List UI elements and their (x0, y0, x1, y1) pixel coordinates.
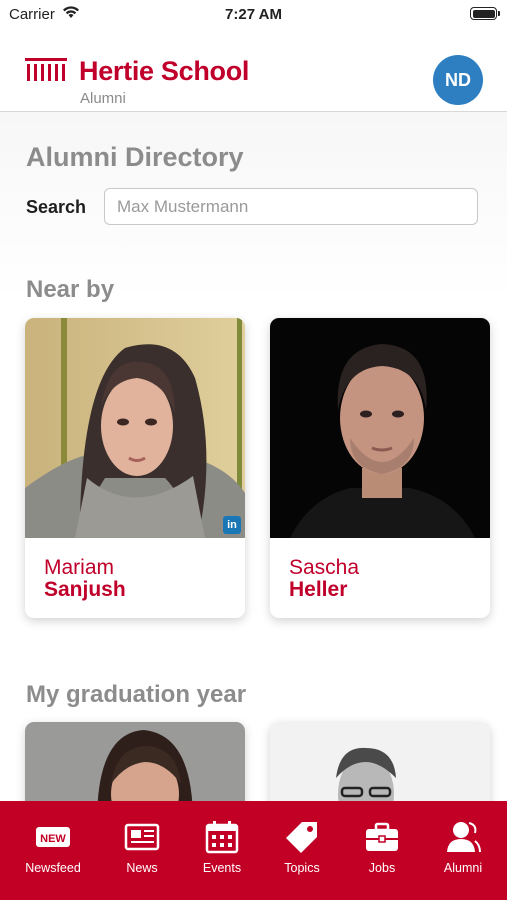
status-bar: Carrier 7:27 AM (0, 0, 507, 30)
search-input[interactable] (104, 188, 478, 225)
brand-subtitle: Alumni (80, 90, 126, 107)
tab-topics[interactable]: Topics (262, 801, 342, 900)
person-photo (270, 318, 490, 538)
new-badge-icon: NEW (36, 827, 70, 847)
person-first-name: Sascha (289, 556, 360, 579)
tab-news[interactable]: News (102, 801, 182, 900)
person-last-name: Heller (289, 578, 348, 601)
tab-label: News (126, 861, 158, 875)
tab-label: Newsfeed (25, 861, 81, 875)
page-title: Alumni Directory (26, 142, 244, 172)
tab-label: Topics (284, 861, 320, 875)
nearby-title: Near by (26, 276, 115, 303)
graduation-title: My graduation year (26, 681, 247, 708)
person-first-name: Mariam (44, 556, 115, 579)
search-label: Search (26, 197, 87, 217)
calendar-icon (205, 821, 239, 854)
app-header: Hertie School Alumni ND (0, 30, 507, 112)
tab-label: Alumni (443, 861, 483, 875)
person-photo (25, 318, 245, 538)
user-avatar-button[interactable]: ND (433, 55, 483, 105)
bottom-tab-bar: NEW Newsfeed News Events Topics Jobs Alu… (0, 801, 507, 900)
person-card[interactable]: Sascha Heller (270, 318, 490, 618)
briefcase-icon (366, 822, 398, 851)
person-card[interactable]: in Mariam Sanjush (25, 318, 245, 618)
tab-alumni[interactable]: Alumni (423, 801, 503, 900)
person-last-name: Sanjush (44, 578, 126, 601)
battery-icon (470, 7, 500, 20)
hertie-logo-icon (25, 58, 67, 81)
new-badge-text: NEW (40, 833, 66, 845)
linkedin-icon[interactable]: in (223, 516, 241, 534)
newspaper-icon (124, 823, 160, 851)
tab-label: Events (202, 861, 242, 875)
tab-events[interactable]: Events (182, 801, 262, 900)
brand-name: Hertie School (79, 56, 250, 86)
tab-newsfeed[interactable]: NEW Newsfeed (13, 801, 93, 900)
status-time: 7:27 AM (225, 6, 282, 23)
tab-label: Jobs (368, 861, 396, 875)
tab-jobs[interactable]: Jobs (342, 801, 422, 900)
tag-icon (286, 822, 317, 853)
alumni-icon (447, 822, 481, 853)
